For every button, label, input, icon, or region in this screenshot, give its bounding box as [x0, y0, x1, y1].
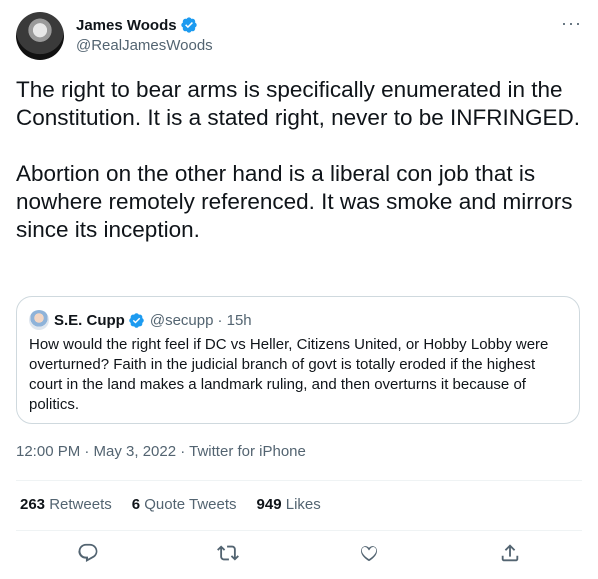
more-icon[interactable]: ··· [561, 14, 582, 32]
quoted-tweet-header: S.E. Cupp @secupp · 15h [29, 310, 252, 330]
retweets-label: Retweets [49, 496, 112, 513]
likes-count: 949 [256, 496, 282, 513]
retweet-icon[interactable] [217, 542, 239, 564]
likes-label: Likes [285, 496, 321, 513]
tweet-text: The right to bear arms is specifically e… [16, 77, 580, 242]
divider [16, 530, 582, 531]
quotes-count: 6 [131, 496, 141, 513]
engagement-stats: 263 Retweets 6 Quote Tweets 949 Likes [20, 496, 341, 513]
quotes-label: Quote Tweets [144, 496, 237, 513]
quoted-author-handle: @secupp [149, 311, 214, 329]
quoted-avatar [29, 310, 49, 330]
author-handle[interactable]: @RealJamesWoods [76, 37, 213, 54]
tweet-header: James Woods @RealJamesWoods ··· [16, 12, 582, 62]
avatar[interactable] [16, 12, 64, 60]
quoted-tweet-text: How would the right feel if DC vs Heller… [29, 336, 549, 413]
tweet-timestamp[interactable]: 12:00 PM · May 3, 2022 · Twitter for iPh… [16, 443, 306, 460]
likes-stat[interactable]: 949 Likes [257, 496, 321, 513]
verified-icon [180, 17, 197, 33]
author-name[interactable]: James Woods [76, 17, 177, 34]
author-name-row: James Woods [76, 16, 198, 34]
reply-icon[interactable] [77, 542, 99, 564]
like-icon[interactable] [358, 542, 380, 564]
quoted-tweet-age: · 15h [217, 311, 252, 329]
quote-tweets-stat[interactable]: 6 Quote Tweets [132, 496, 237, 513]
retweets-stat[interactable]: 263 Retweets [20, 496, 112, 513]
retweets-count: 263 [20, 496, 46, 513]
share-icon[interactable] [499, 542, 521, 564]
quoted-tweet[interactable]: S.E. Cupp @secupp · 15h How would the ri… [16, 296, 580, 424]
quoted-author-name: S.E. Cupp [54, 311, 125, 329]
action-bar [0, 540, 598, 570]
verified-icon [129, 312, 144, 328]
divider [16, 480, 582, 481]
